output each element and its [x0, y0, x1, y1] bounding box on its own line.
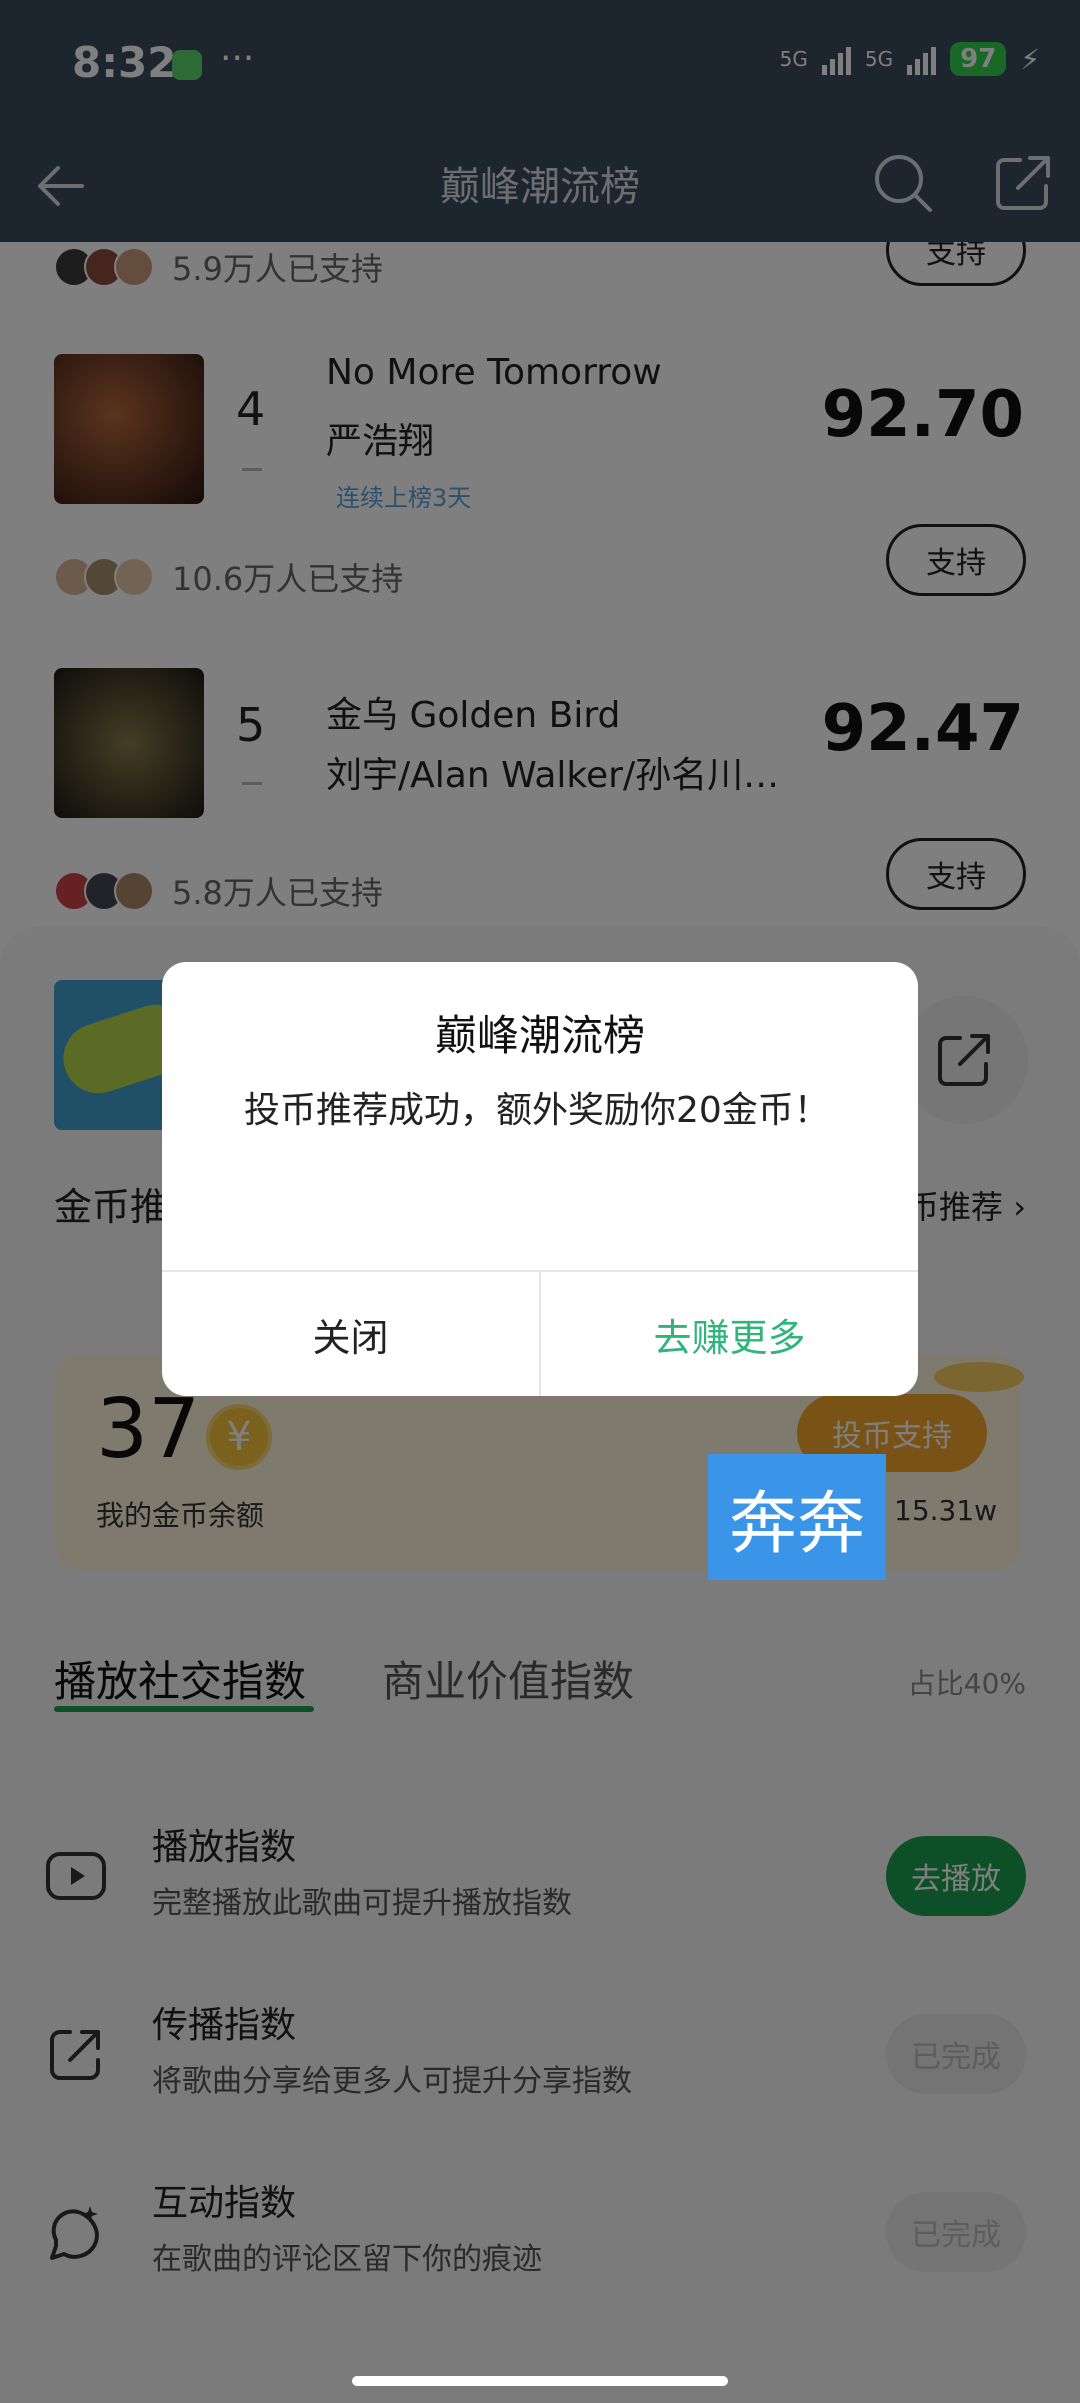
dialog-message: 投币推荐成功，额外奖励你20金币！	[244, 1090, 830, 1131]
close-button[interactable]: 关闭	[162, 1272, 539, 1396]
earn-more-button[interactable]: 去赚更多	[541, 1272, 918, 1396]
home-indicator[interactable]	[352, 2376, 728, 2386]
success-dialog: 巅峰潮流榜 投币推荐成功，额外奖励你20金币！ 关闭 去赚更多	[162, 962, 918, 1396]
dialog-title: 巅峰潮流榜	[434, 1011, 645, 1060]
watermark-badge: 奔奔	[708, 1454, 886, 1580]
